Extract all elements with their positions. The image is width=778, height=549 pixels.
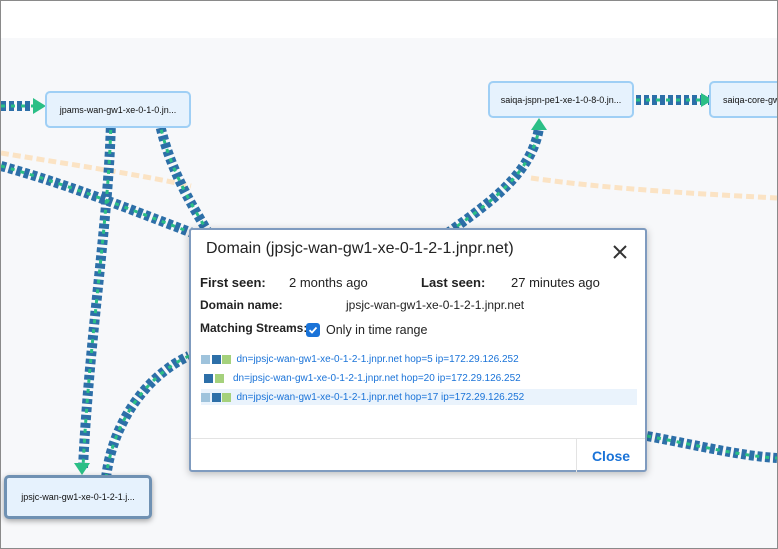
link-right-lower	[646, 431, 777, 463]
close-icon[interactable]	[609, 241, 631, 263]
stream-row[interactable]: dn=jpsjc-wan-gw1-xe-0-1-2-1.jnpr.net hop…	[201, 389, 637, 405]
app-window: jpams-wan-gw1-xe-0-1-0.jn... saiqa-jspn-…	[0, 0, 778, 549]
stream-link[interactable]: dn=jpsjc-wan-gw1-xe-0-1-2-1.jnpr.net hop…	[233, 373, 521, 384]
node-label: saiqa-core-gw	[723, 94, 777, 105]
stream-link[interactable]: dn=jpsjc-wan-gw1-xe-0-1-2-1.jnpr.net hop…	[237, 392, 525, 403]
only-in-time-range-checkbox[interactable]	[306, 323, 320, 337]
only-in-time-range-toggle[interactable]: Only in time range	[306, 323, 427, 337]
link-peach-right	[530, 175, 777, 201]
stream-row[interactable]: dn=jpsjc-wan-gw1-xe-0-1-2-1.jnpr.net hop…	[201, 351, 637, 367]
arrow-into-jpsjc	[74, 463, 90, 475]
link-jpams-down1	[78, 119, 116, 469]
stream-color-swatch	[222, 392, 231, 402]
stream-color-swatch	[201, 354, 210, 364]
last-seen-value: 27 minutes ago	[511, 275, 600, 290]
link-lower-curve	[101, 351, 192, 479]
dialog-title: Domain (jpsjc-wan-gw1-xe-0-1-2-1.jnpr.ne…	[206, 240, 514, 257]
domain-dialog: Domain (jpsjc-wan-gw1-xe-0-1-2-1.jnpr.ne…	[189, 228, 647, 472]
domain-name-label: Domain name:	[200, 298, 283, 312]
link-to-saiqa-overlay	[440, 127, 541, 240]
checkmark-icon	[308, 326, 318, 334]
stream-color-swatch	[201, 392, 210, 402]
link-jpams-down2	[154, 118, 216, 241]
node-label: jpams-wan-gw1-xe-0-1-0.jn...	[59, 104, 177, 115]
only-in-time-range-label: Only in time range	[326, 323, 428, 337]
node-saiqa-core-gw[interactable]: saiqa-core-gw	[709, 81, 777, 118]
stream-color-swatch	[211, 392, 221, 402]
link-lower-curve-overlay	[104, 354, 190, 479]
stream-row[interactable]: dn=jpsjc-wan-gw1-xe-0-1-2-1.jnpr.net hop…	[201, 370, 640, 386]
node-label: jpsjc-wan-gw1-xe-0-1-2-1.j...	[21, 492, 135, 502]
node-label: saiqa-jspn-pe1-xe-1-0-8-0.jn...	[500, 94, 622, 105]
matching-streams-label: Matching Streams:	[200, 321, 308, 335]
stream-color-swatch	[222, 354, 231, 364]
first-seen-value: 2 months ago	[289, 275, 368, 290]
last-seen-label: Last seen:	[421, 275, 486, 290]
stream-link[interactable]: dn=jpsjc-wan-gw1-xe-0-1-2-1.jnpr.net hop…	[237, 354, 519, 365]
domain-name-value: jpsjc-wan-gw1-xe-0-1-2-1.jnpr.net	[346, 298, 525, 312]
arrow-into-saiqa	[531, 118, 547, 130]
close-button[interactable]: Close	[577, 439, 645, 472]
stream-color-swatch	[204, 373, 213, 383]
node-jpsjc-wan-gw1-selected[interactable]: jpsjc-wan-gw1-xe-0-1-2-1.j...	[4, 475, 152, 519]
stream-color-swatch	[211, 354, 221, 364]
first-seen-label: First seen:	[200, 275, 266, 290]
node-jpams-wan-gw1[interactable]: jpams-wan-gw1-xe-0-1-0.jn...	[45, 91, 191, 128]
stream-color-swatch	[214, 373, 224, 383]
node-saiqa-jspn-pe1[interactable]: saiqa-jspn-pe1-xe-1-0-8-0.jn...	[488, 81, 634, 118]
top-bar	[1, 1, 777, 38]
link-to-saiqa	[438, 127, 544, 243]
